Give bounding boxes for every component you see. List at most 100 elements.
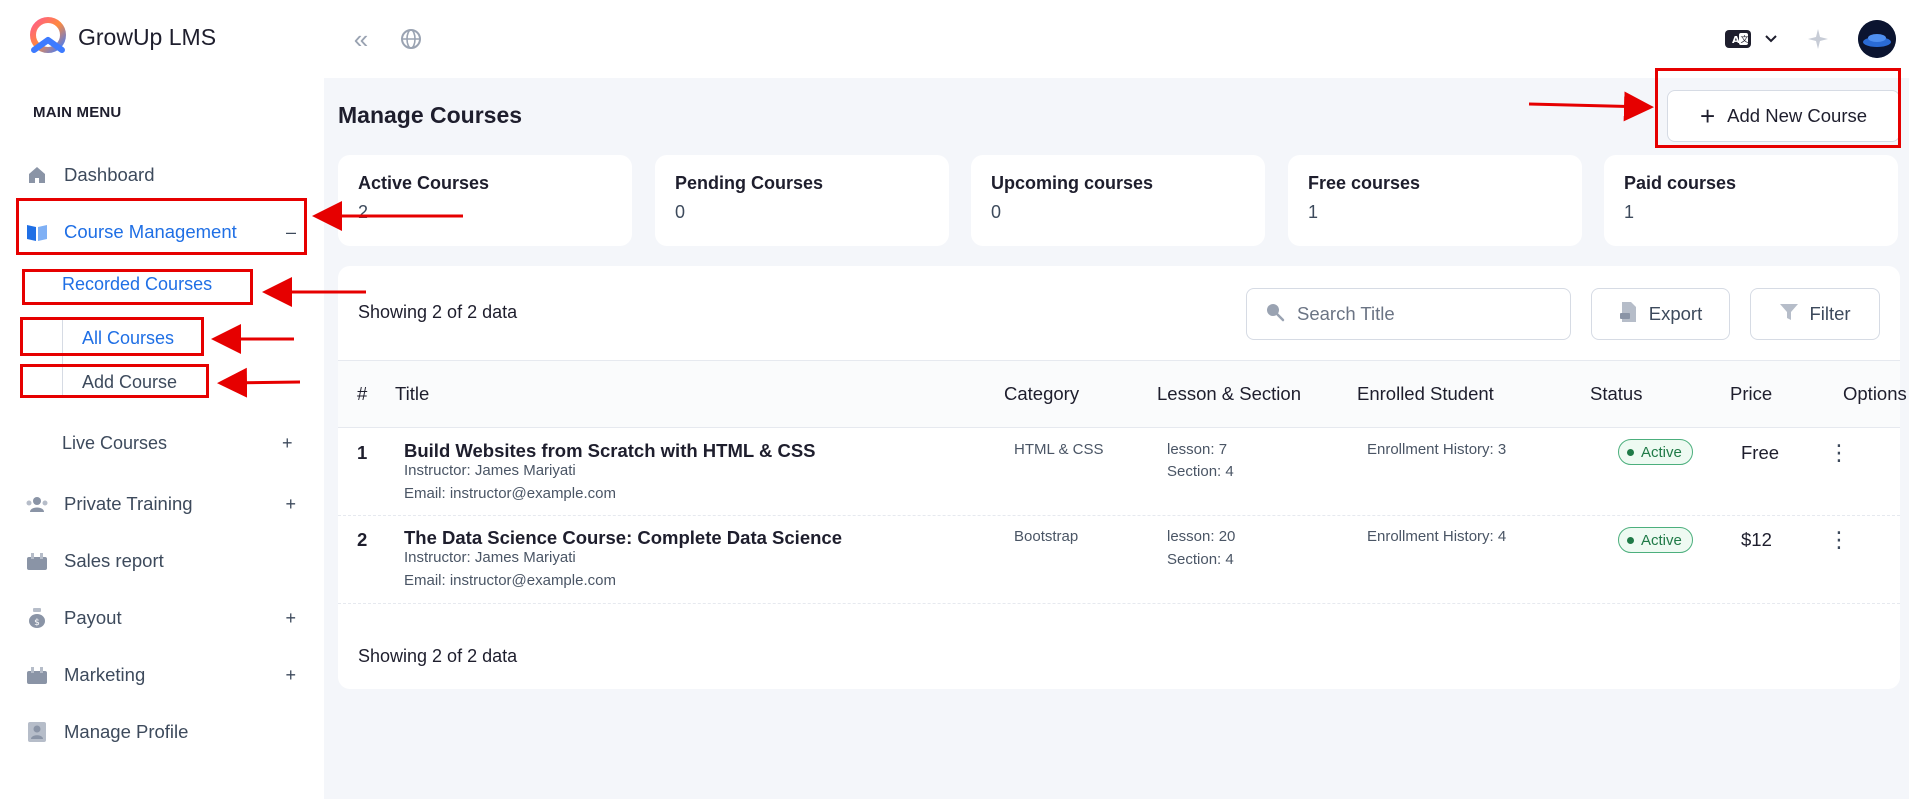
export-icon (1619, 301, 1639, 328)
sidebar-item-sales-report[interactable]: Sales report (26, 541, 296, 581)
page-title: Manage Courses (338, 102, 523, 128)
expand-toggle[interactable]: + (285, 608, 296, 629)
filter-label: Filter (1809, 303, 1851, 324)
sidebar-item-label: Marketing (64, 664, 146, 685)
status-dot (1627, 448, 1634, 456)
stat-value: 0 (675, 202, 686, 222)
showing-count-top: Showing 2 of 2 data (358, 302, 518, 322)
course-sections: Section: 4 (1167, 551, 1234, 568)
stat-value: 0 (991, 202, 1002, 222)
users-icon (26, 493, 48, 515)
annotation-box-add-course (20, 364, 209, 398)
expand-toggle[interactable]: + (285, 665, 296, 686)
sidebar: GrowUp LMS MAIN MENU Dashboard Course Ma… (0, 0, 324, 799)
filter-icon (1779, 302, 1799, 327)
column-header-price: Price (1730, 383, 1773, 404)
course-instructor: Instructor: James Mariyati (404, 462, 576, 479)
column-header-number: # (357, 383, 368, 404)
sidebar-item-live-courses[interactable]: Live Courses + (62, 433, 293, 454)
annotation-box-recorded-courses (22, 269, 253, 305)
sidebar-item-label: Dashboard (64, 164, 155, 185)
showing-count-bottom: Showing 2 of 2 data (358, 646, 518, 666)
row-divider (338, 515, 1900, 516)
stat-label: Active Courses (358, 173, 490, 193)
sidebar-item-label: Manage Profile (64, 721, 189, 742)
stat-card-free: Free courses 1 (1288, 155, 1582, 246)
svg-text:A: A (1732, 35, 1740, 46)
annotation-box-all-courses (20, 317, 204, 356)
enrollment-history-link[interactable]: Enrollment History: 4 (1367, 528, 1506, 545)
course-price: $12 (1741, 529, 1772, 550)
search-box[interactable] (1246, 288, 1571, 340)
stat-label: Paid courses (1624, 173, 1737, 193)
row-number: 2 (357, 529, 368, 550)
row-number: 1 (357, 442, 368, 463)
sidebar-item-marketing[interactable]: Marketing + (26, 655, 296, 695)
sidebar-item-manage-profile[interactable]: Manage Profile (26, 712, 296, 752)
status-badge: Active (1618, 527, 1693, 553)
stat-card-pending: Pending Courses 0 (655, 155, 949, 246)
stat-label: Free courses (1308, 173, 1421, 193)
options-menu-icon[interactable]: ⋮ (1828, 442, 1850, 464)
course-email: Email: instructor@example.com (404, 572, 616, 589)
svg-text:文: 文 (1741, 34, 1749, 44)
sidebar-item-dashboard[interactable]: Dashboard (26, 155, 296, 195)
logo-icon (30, 17, 66, 53)
course-email: Email: instructor@example.com (404, 485, 616, 502)
globe-icon[interactable] (398, 26, 424, 52)
course-instructor: Instructor: James Mariyati (404, 549, 576, 566)
collapse-sidebar-icon[interactable]: « (348, 24, 374, 54)
export-button[interactable]: Export (1591, 288, 1730, 340)
export-label: Export (1648, 303, 1703, 324)
stat-card-active: Active Courses 2 (338, 155, 632, 246)
stat-value: 2 (358, 202, 369, 222)
svg-text:$: $ (34, 618, 40, 628)
sidebar-item-label: Live Courses (62, 433, 168, 453)
column-header-lesson-section: Lesson & Section (1157, 383, 1301, 404)
course-lessons: lesson: 20 (1167, 528, 1236, 545)
home-icon (26, 164, 48, 186)
stat-card-upcoming: Upcoming courses 0 (971, 155, 1265, 246)
language-icon[interactable]: A文 (1724, 28, 1752, 50)
options-menu-icon[interactable]: ⋮ (1828, 529, 1850, 551)
course-lessons: lesson: 7 (1167, 441, 1228, 458)
profile-icon (26, 721, 48, 743)
filter-button[interactable]: Filter (1750, 288, 1880, 340)
sidebar-item-label: Private Training (64, 493, 193, 514)
course-title-link[interactable]: Build Websites from Scratch with HTML & … (404, 440, 816, 462)
enrollment-history-link[interactable]: Enrollment History: 3 (1367, 441, 1506, 458)
chart-icon (26, 550, 48, 572)
expand-toggle[interactable]: + (282, 433, 293, 454)
expand-toggle[interactable]: + (285, 494, 296, 515)
row-divider (338, 603, 1900, 604)
collapse-toggle[interactable]: – (282, 274, 292, 295)
sparkle-icon[interactable] (1806, 27, 1830, 51)
sidebar-item-label: Sales report (64, 550, 164, 571)
status-dot (1627, 536, 1634, 544)
course-sections: Section: 4 (1167, 463, 1234, 480)
sidebar-item-label: Payout (64, 607, 122, 628)
course-category: Bootstrap (1014, 528, 1079, 545)
course-title-link[interactable]: The Data Science Course: Complete Data S… (404, 527, 842, 549)
column-header-enrolled: Enrolled Student (1357, 383, 1494, 404)
column-header-options: Options (1843, 383, 1907, 404)
status-label: Active (1641, 443, 1682, 461)
annotation-box-add-new-course (1655, 68, 1901, 148)
megaphone-icon (26, 664, 48, 686)
app-logo[interactable]: GrowUp LMS (26, 16, 216, 58)
search-input[interactable] (1297, 303, 1537, 325)
avatar[interactable] (1858, 20, 1896, 58)
column-header-title: Title (395, 383, 430, 404)
sidebar-item-private-training[interactable]: Private Training + (26, 484, 296, 524)
app-name: GrowUp LMS (78, 23, 217, 50)
course-category: HTML & CSS (1014, 441, 1104, 458)
status-badge: Active (1618, 439, 1693, 465)
status-label: Active (1641, 531, 1682, 549)
annotation-box-course-management (16, 198, 307, 255)
chevron-down-icon[interactable] (1762, 28, 1780, 50)
sidebar-item-payout[interactable]: $ Payout + (26, 598, 296, 638)
column-header-status: Status (1590, 383, 1643, 404)
top-bar (324, 0, 1909, 78)
column-header-category: Category (1004, 383, 1080, 404)
stat-label: Pending Courses (675, 173, 824, 193)
